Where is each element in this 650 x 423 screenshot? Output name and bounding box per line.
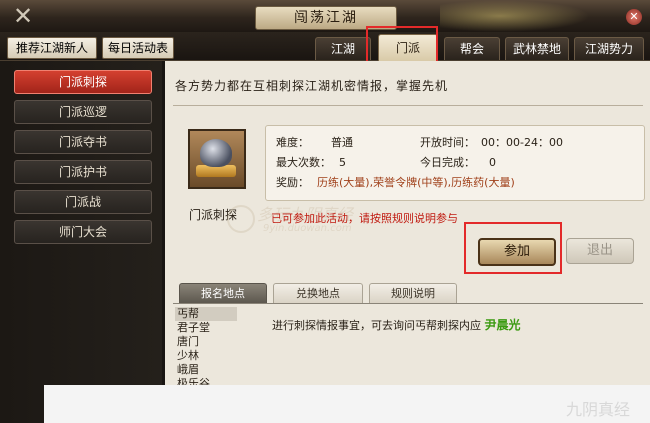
- sidebar-item-shimen-dahui[interactable]: 师门大会: [14, 220, 152, 244]
- list-item[interactable]: 少林: [175, 349, 259, 363]
- close-icon[interactable]: ✕: [626, 9, 642, 25]
- tab-jianghu[interactable]: 江湖: [315, 37, 371, 60]
- subtab-rules[interactable]: 规则说明: [369, 283, 457, 304]
- location-description: 进行刺探情报事宜，可去询问丐帮刺探内应 尹晨光: [272, 316, 521, 333]
- sidebar-item-menpai-zhan[interactable]: 门派战: [14, 190, 152, 214]
- max-times-row: 最大次数： 5: [276, 154, 346, 170]
- incense-pot-icon: [200, 139, 232, 167]
- open-time-value: 00：00-24：00: [481, 136, 563, 149]
- today-done-row: 今日完成： 0: [420, 154, 496, 170]
- subtab-underline: [173, 303, 643, 304]
- join-highlight-annotation: [464, 222, 562, 274]
- exit-button[interactable]: 退出: [566, 238, 634, 264]
- sidebar-item-hu-shu[interactable]: 门派护书: [14, 160, 152, 184]
- divider: [173, 105, 643, 106]
- reward-value: 历练(大量),荣誉令牌(中等),历练药(大量): [317, 176, 515, 189]
- game-logo-icon: ✕: [12, 2, 34, 30]
- watermark-logo-icon: [227, 205, 255, 233]
- open-time-label: 开放时间：: [420, 136, 475, 149]
- list-item[interactable]: 峨眉: [175, 363, 259, 377]
- difficulty-label: 难度：: [276, 136, 309, 149]
- bottom-overlay: [44, 385, 650, 423]
- max-times-label: 最大次数：: [276, 156, 331, 169]
- npc-link[interactable]: 尹晨光: [485, 318, 521, 332]
- reward-row: 奖励： 历练(大量),荣誉令牌(中等),历练药(大量): [276, 174, 515, 190]
- sidebar-item-xun-luo[interactable]: 门派巡逻: [14, 100, 152, 124]
- tab-banghui[interactable]: 帮会: [444, 37, 500, 60]
- reward-label: 奖励：: [276, 176, 309, 189]
- corner-watermark: 九阴真经: [566, 400, 631, 419]
- recommend-newcomer-button[interactable]: 推荐江湖新人: [7, 37, 97, 59]
- subtab-exchange-location[interactable]: 兑换地点: [273, 283, 363, 304]
- content-panel: 各方势力都在互相刺探江湖机密情报，掌握先机 门派刺探 难度： 普通 开放时间： 00…: [165, 61, 650, 423]
- list-item[interactable]: 唐门: [175, 335, 259, 349]
- title-bar: ✕ 闯荡江湖 ✕: [0, 0, 650, 32]
- sidebar-item-ci-tan[interactable]: 门派刺探: [14, 70, 152, 94]
- today-done-value: 0: [489, 156, 496, 169]
- activity-notice: 已可参加此活动，请按照规则说明参与: [271, 212, 458, 225]
- tab-wulin-jindi[interactable]: 武林禁地: [505, 37, 569, 60]
- activity-icon: [188, 129, 246, 189]
- max-times-value: 5: [339, 156, 346, 169]
- tab-jianghu-shili[interactable]: 江湖势力: [574, 37, 644, 60]
- difficulty-value: 普通: [331, 136, 353, 149]
- sidebar-item-duo-shu[interactable]: 门派夺书: [14, 130, 152, 154]
- subtab-signup-location[interactable]: 报名地点: [179, 283, 267, 304]
- open-time-row: 开放时间： 00：00-24：00: [420, 134, 563, 150]
- difficulty-row: 难度： 普通: [276, 134, 353, 150]
- list-item[interactable]: 君子堂: [175, 321, 259, 335]
- title-decoration: [440, 0, 590, 32]
- sidebar: 门派刺探 门派巡逻 门派夺书 门派护书 门派战 师门大会: [0, 61, 162, 423]
- list-item[interactable]: 丐帮: [175, 307, 237, 321]
- game-window: ✕ 闯荡江湖 ✕ 推荐江湖新人 每日活动表 江湖 门派 帮会 武林禁地 江湖势力…: [0, 0, 650, 423]
- description-text: 进行刺探情报事宜，可去询问丐帮刺探内应: [272, 319, 481, 332]
- daily-schedule-button[interactable]: 每日活动表: [102, 37, 174, 59]
- today-done-label: 今日完成：: [420, 156, 475, 169]
- activity-intro: 各方势力都在互相刺探江湖机密情报，掌握先机: [175, 79, 449, 93]
- activity-info-box: 难度： 普通 开放时间： 00：00-24：00 最大次数： 5 今日完成： 0 奖励：…: [265, 125, 645, 201]
